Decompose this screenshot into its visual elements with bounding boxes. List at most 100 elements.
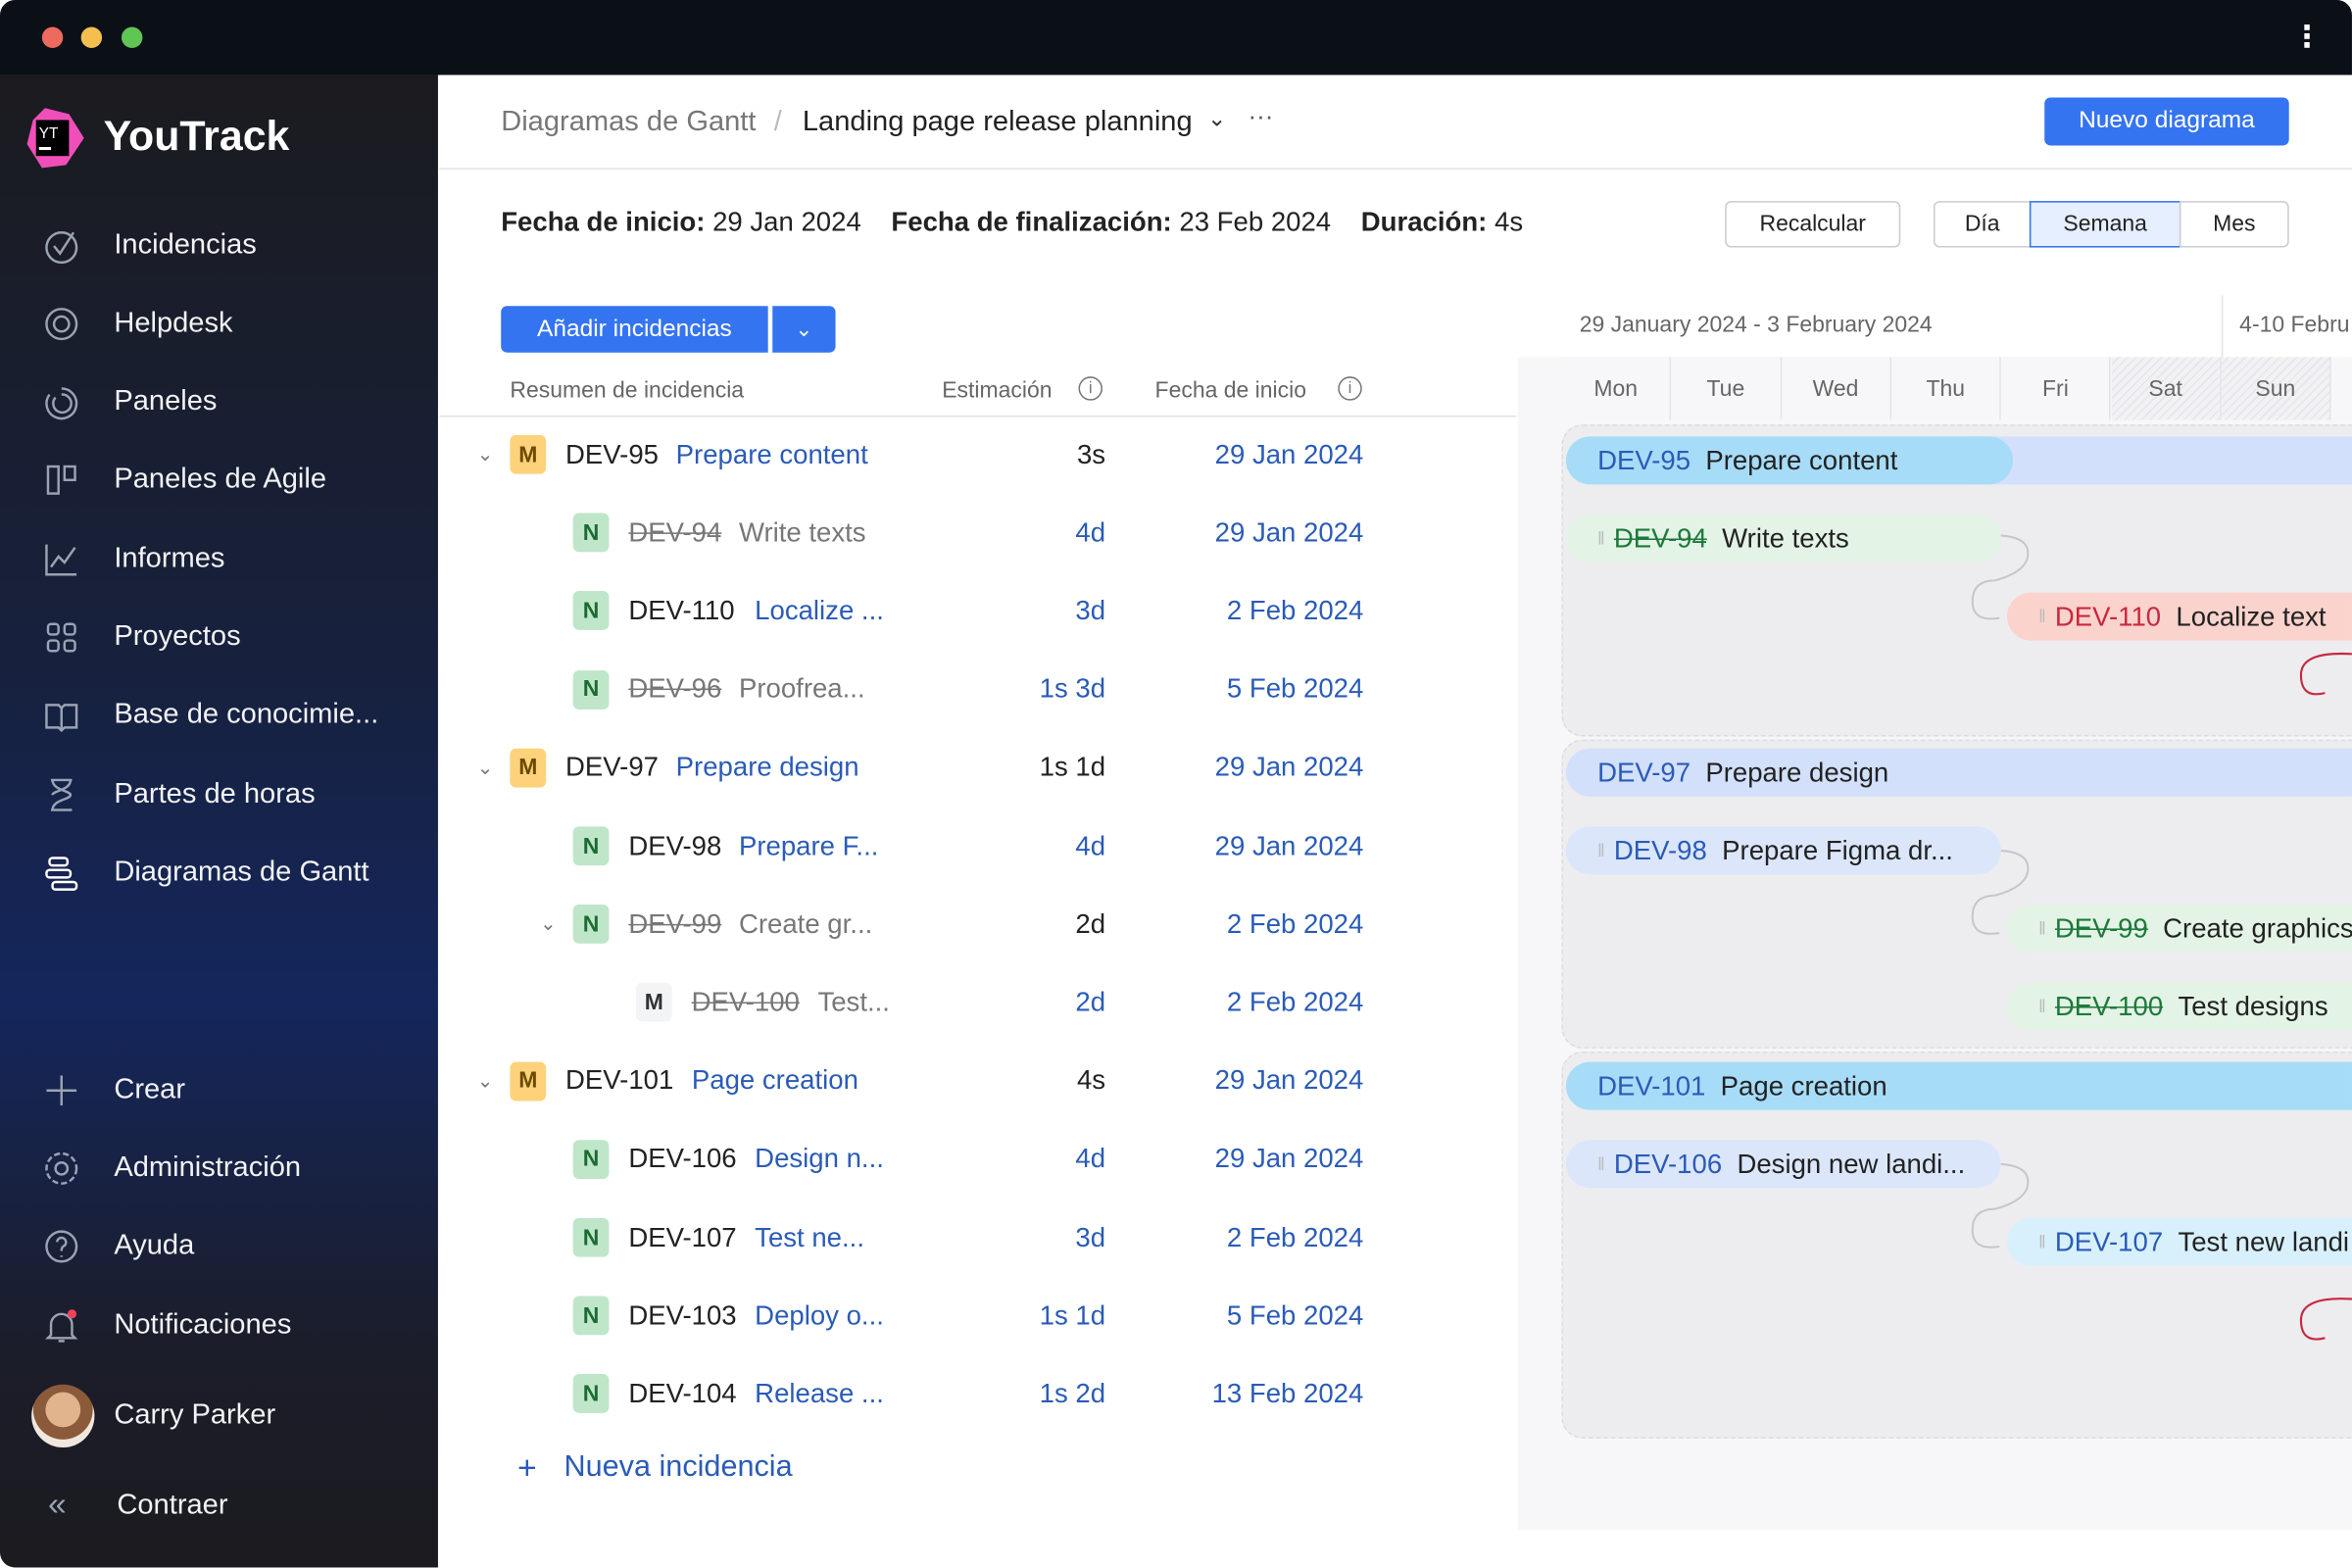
more-options-button[interactable]: ··· [1248,102,1273,132]
issue-id[interactable]: DEV-101 [565,1065,673,1097]
issue-start-date[interactable]: 2 Feb 2024 [1130,595,1363,626]
scale-week-button[interactable]: Semana [2029,201,2181,248]
issue-id[interactable]: DEV-107 [628,1222,736,1253]
page-title[interactable]: Landing page release planning [803,107,1193,140]
table-row[interactable]: N DEV-110 Localize ... 3d 2 Feb 2024 [439,572,1516,651]
drag-handle[interactable]: ‖ [2038,1232,2046,1252]
issue-summary[interactable]: Design n... [755,1144,884,1175]
issue-start-date[interactable]: 5 Feb 2024 [1130,673,1363,705]
issue-estimate[interactable]: 4d [890,830,1105,861]
add-issues-dropdown[interactable]: ⌄ [772,306,836,353]
issue-estimate[interactable]: 3s [890,439,1105,470]
table-row[interactable]: N DEV-96 Proofrea... 1s 3d 5 Feb 2024 [439,651,1516,729]
issue-summary[interactable]: Test ne... [755,1222,864,1253]
issue-estimate[interactable]: 1s 2d [890,1378,1105,1409]
issue-start-date[interactable]: 29 Jan 2024 [1130,517,1364,549]
issue-estimate[interactable]: 3d [890,595,1105,626]
drag-handle[interactable]: ‖ [1597,1153,1605,1174]
collapse-icon[interactable]: « [48,1485,67,1524]
gantt-bar[interactable]: DEV-95 Prepare content [1565,436,2014,485]
drag-handle[interactable]: ‖ [2038,918,2046,939]
new-diagram-button[interactable]: Nuevo diagrama [2044,97,2289,146]
drag-handle[interactable]: ‖ [1597,840,1605,860]
issue-summary[interactable]: Release ... [755,1378,884,1409]
issue-id[interactable]: DEV-104 [628,1378,736,1409]
issue-summary[interactable]: Prepare design [676,752,859,783]
issue-estimate[interactable]: 1s 1d [890,752,1105,783]
scale-month-button[interactable]: Mes [2179,201,2289,248]
sidebar-item-diagramas-gantt[interactable]: Diagramas de Gantt [42,851,369,896]
issue-id[interactable]: DEV-98 [628,830,721,861]
expand-chevron-icon[interactable]: ⌄ [477,756,494,779]
issue-estimate[interactable]: 2d [890,908,1105,940]
issue-summary[interactable]: Localize ... [755,595,884,626]
sidebar-item-administracion[interactable]: Administración [42,1146,301,1191]
issue-id[interactable]: DEV-110 [628,595,734,626]
gantt-bar[interactable]: ‖ DEV-107 Test new landi [2006,1217,2352,1266]
new-issue-link[interactable]: Nueva incidencia [564,1450,793,1485]
table-row[interactable]: N DEV-103 Deploy o... 1s 1d 5 Feb 2024 [439,1277,1516,1355]
expand-chevron-icon[interactable]: ⌄ [477,1069,494,1093]
drag-handle[interactable]: ‖ [2038,606,2046,626]
sidebar-item-notificaciones[interactable]: Notificaciones [42,1303,291,1348]
issue-id[interactable]: DEV-97 [565,752,659,783]
sidebar-item-informes[interactable]: Informes [42,537,225,582]
issue-summary[interactable]: Write texts [739,517,866,549]
issue-estimate[interactable]: 1s 3d [890,673,1105,705]
issue-summary[interactable]: Prepare F... [739,830,878,861]
gantt-bar[interactable]: ‖ DEV-106 Design new landi... [1565,1140,2001,1189]
drag-handle[interactable]: ‖ [1597,528,1605,549]
issue-start-date[interactable]: 29 Jan 2024 [1130,439,1364,470]
issue-summary[interactable]: Create gr... [739,908,872,940]
issue-id[interactable]: DEV-96 [628,673,721,705]
table-row[interactable]: ⌄ M DEV-101 Page creation 4s 29 Jan 2024 [439,1042,1516,1120]
sidebar-item-ayuda[interactable]: Ayuda [42,1224,194,1269]
issue-start-date[interactable]: 5 Feb 2024 [1130,1300,1363,1332]
scale-day-button[interactable]: Día [1933,201,2032,248]
sidebar-item-partes-horas[interactable]: Partes de horas [42,772,316,817]
table-row[interactable]: N DEV-107 Test ne... 3d 2 Feb 2024 [439,1199,1516,1277]
expand-chevron-icon[interactable]: ⌄ [477,443,494,466]
drag-handle[interactable]: ‖ [2038,996,2046,1016]
info-icon[interactable]: i [1338,376,1362,401]
issue-start-date[interactable]: 29 Jan 2024 [1130,752,1364,783]
maximize-window-button[interactable] [121,26,143,48]
table-row[interactable]: ⌄ N DEV-99 Create gr... 2d 2 Feb 2024 [439,885,1516,963]
close-window-button[interactable] [41,26,64,48]
avatar[interactable] [31,1384,95,1448]
gantt-bar[interactable]: ‖ DEV-99 Create graphics [2006,904,2352,953]
info-icon[interactable]: i [1078,376,1102,401]
issue-summary[interactable]: Proofrea... [739,673,865,705]
issue-summary[interactable]: Test... [817,987,889,1018]
gantt-bar[interactable]: DEV-101 Page creation [1565,1061,2352,1110]
chevron-down-icon[interactable]: ⌄ [1207,105,1226,132]
column-header-estimate[interactable]: Estimación [942,378,1052,404]
issue-start-date[interactable]: 2 Feb 2024 [1130,908,1363,940]
issue-estimate[interactable]: 3d [890,1222,1105,1253]
sidebar-item-proyectos[interactable]: Proyectos [42,615,241,661]
gantt-bar[interactable]: ‖ DEV-94 Write texts [1565,514,2001,563]
expand-chevron-icon[interactable]: ⌄ [540,912,557,936]
issue-start-date[interactable]: 13 Feb 2024 [1130,1378,1364,1409]
issue-estimate[interactable]: 1s 1d [890,1300,1105,1332]
sidebar-item-incidencias[interactable]: Incidencias [42,223,257,269]
column-header-start-date[interactable]: Fecha de inicio [1155,378,1306,404]
gantt-bar[interactable]: ‖ DEV-110 Localize text [2006,592,2352,641]
sidebar-item-helpdesk[interactable]: Helpdesk [42,302,233,347]
issue-estimate[interactable]: 4s [890,1065,1105,1097]
minimize-window-button[interactable] [80,26,103,48]
sidebar-item-paneles[interactable]: Paneles [42,379,218,424]
issue-id[interactable]: DEV-103 [628,1300,736,1332]
issue-estimate[interactable]: 2d [890,987,1105,1018]
issue-id[interactable]: DEV-100 [692,987,800,1018]
user-name[interactable]: Carry Parker [114,1399,275,1433]
issue-start-date[interactable]: 29 Jan 2024 [1130,1065,1364,1097]
issue-summary[interactable]: Page creation [692,1065,858,1097]
table-row[interactable]: ⌄ M DEV-97 Prepare design 1s 1d 29 Jan 2024 [439,729,1516,808]
gantt-bar[interactable]: DEV-97 Prepare design [1565,748,2352,797]
table-row[interactable]: N DEV-106 Design n... 4d 29 Jan 2024 [439,1120,1516,1199]
sidebar-item-base-conocimiento[interactable]: Base de conocimie... [42,693,378,738]
table-row[interactable]: N DEV-98 Prepare F... 4d 29 Jan 2024 [439,807,1516,885]
recalculate-button[interactable]: Recalcular [1725,201,1901,248]
issue-id[interactable]: DEV-95 [565,439,659,470]
